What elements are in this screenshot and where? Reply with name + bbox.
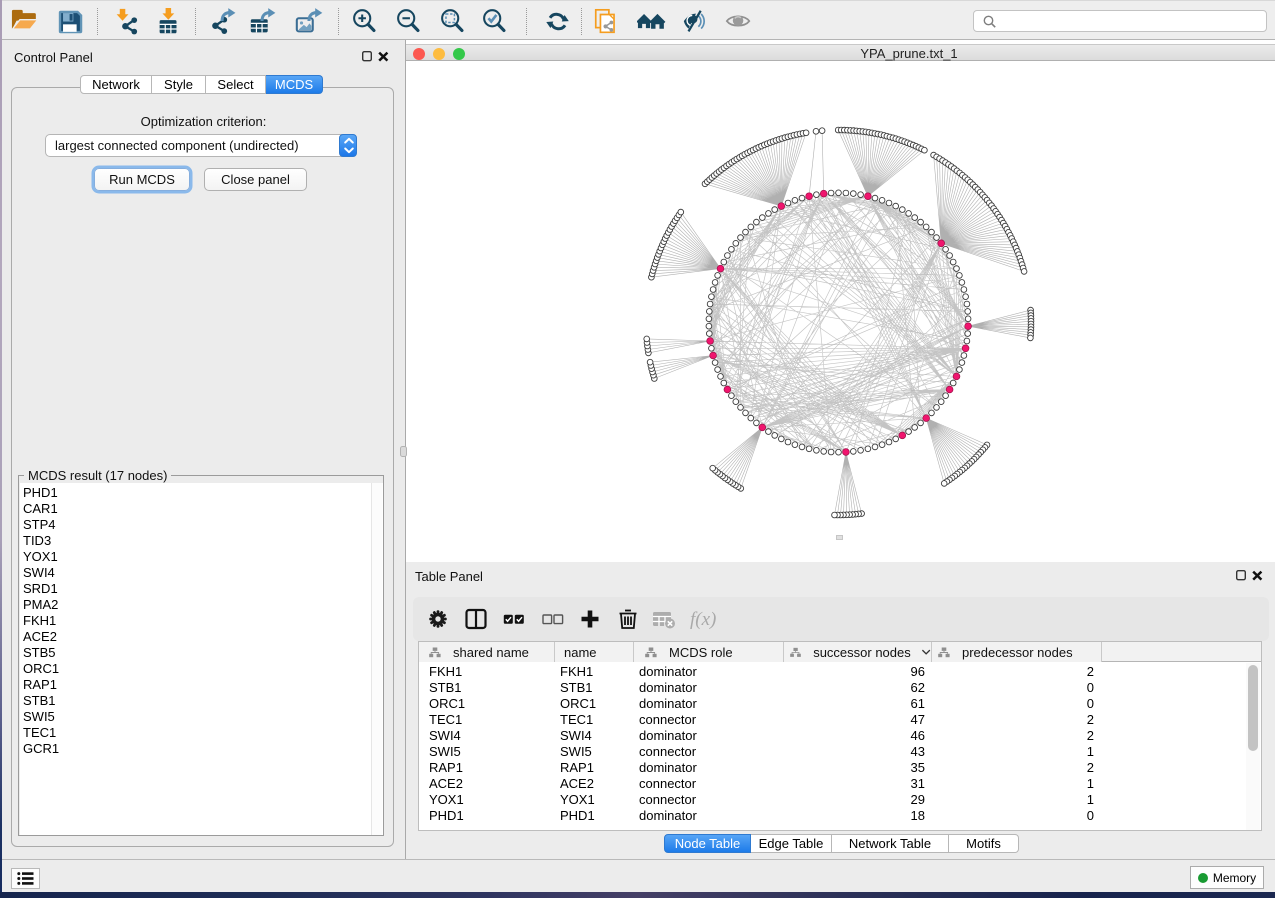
svg-text:f(x): f(x)	[690, 609, 716, 630]
